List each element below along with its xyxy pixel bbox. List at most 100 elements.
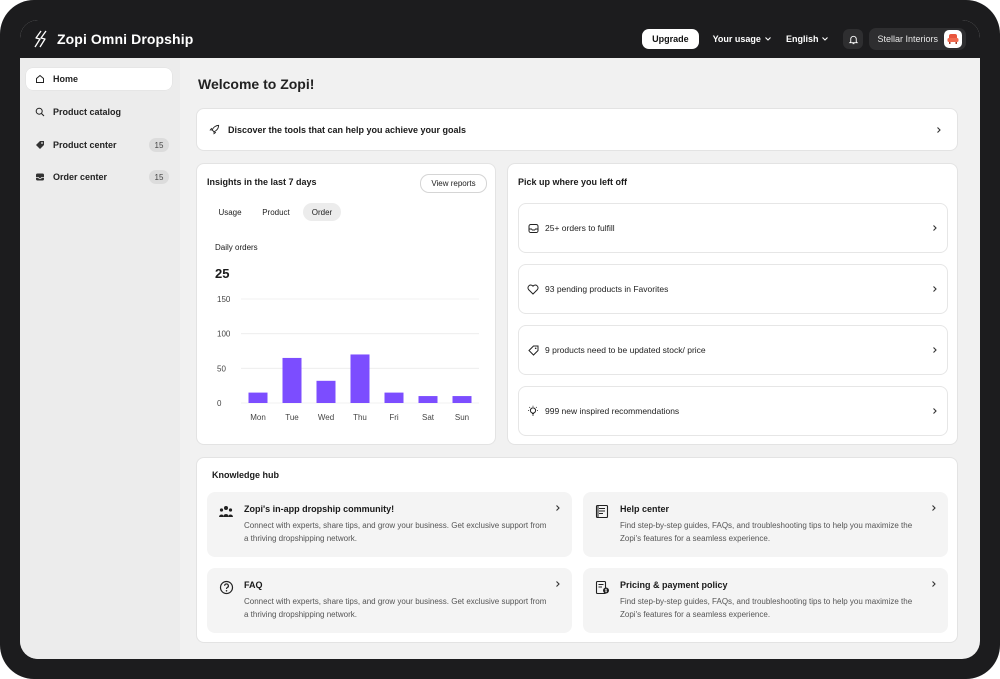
sidebar-item-home[interactable]: Home xyxy=(26,68,172,90)
pricing-icon xyxy=(594,579,610,595)
bar-sun[interactable] xyxy=(452,396,472,403)
tab-product[interactable]: Product xyxy=(255,203,297,221)
usage-label: Your usage xyxy=(712,34,761,44)
daily-orders-chart: 0 50 100 150 Mon Tue Wed Thu Fri Sat Sun xyxy=(217,295,479,422)
sidebar-item-label: Home xyxy=(53,74,79,84)
inbox-icon xyxy=(35,172,45,182)
search-icon xyxy=(35,107,45,117)
hub-item-community[interactable]: Zopi's in-app dropship community! Connec… xyxy=(207,492,572,557)
hub-item-pricing-policy[interactable]: Pricing & payment policy Find step-by-st… xyxy=(583,568,948,633)
device-frame: Zopi Omni Dropship Upgrade Your usage En… xyxy=(0,0,1000,679)
lightbulb-icon xyxy=(527,405,539,417)
tag-icon xyxy=(35,140,45,150)
task-pending-favorites[interactable]: 93 pending products in Favorites xyxy=(518,264,948,314)
sidebar-item-product-center[interactable]: Product center 15 xyxy=(26,134,172,156)
y-tick-label: 100 xyxy=(217,330,231,339)
sidebar-item-order-center[interactable]: Order center 15 xyxy=(26,166,172,188)
chevron-right-icon xyxy=(937,126,941,133)
x-tick-label: Tue xyxy=(285,413,299,422)
inbox-icon xyxy=(527,222,539,234)
brand[interactable]: Zopi Omni Dropship xyxy=(34,30,193,48)
x-tick-label: Wed xyxy=(318,413,334,422)
chevron-down-icon xyxy=(822,37,829,41)
task-label: 999 new inspired recommendations xyxy=(545,406,680,416)
insights-card: Insights in the last 7 days View reports… xyxy=(196,163,496,445)
insights-title: Insights in the last 7 days xyxy=(207,177,317,187)
metric-label: Daily orders xyxy=(215,243,258,252)
bar-thu[interactable] xyxy=(350,354,370,403)
chevron-right-icon xyxy=(556,505,560,511)
product-center-count: 15 xyxy=(149,138,169,152)
task-inspired-recommendations[interactable]: 999 new inspired recommendations xyxy=(518,386,948,436)
hub-item-description: Connect with experts, share tips, and gr… xyxy=(244,521,547,543)
main-content: Welcome to Zopi! Discover the tools that… xyxy=(180,58,980,659)
hub-item-title: Zopi's in-app dropship community! xyxy=(244,504,395,514)
order-center-count: 15 xyxy=(149,170,169,184)
x-tick-label: Thu xyxy=(353,413,367,422)
hub-item-faq[interactable]: FAQ Connect with experts, share tips, an… xyxy=(207,568,572,633)
tab-usage[interactable]: Usage xyxy=(210,203,250,221)
sidebar: Home Product catalog Product center 15 O… xyxy=(20,58,180,659)
app-screen: Zopi Omni Dropship Upgrade Your usage En… xyxy=(20,20,980,659)
hub-item-help-center[interactable]: Help center Find step-by-step guides, FA… xyxy=(583,492,948,557)
heart-icon xyxy=(527,283,539,295)
bar-mon[interactable] xyxy=(248,392,268,403)
y-tick-label: 0 xyxy=(217,399,222,408)
hub-item-title: Pricing & payment policy xyxy=(620,580,728,590)
knowledge-hub-title: Knowledge hub xyxy=(212,470,279,480)
language-menu[interactable]: English xyxy=(786,34,830,44)
tag-icon xyxy=(527,344,539,356)
task-update-stock-price[interactable]: 9 products need to be updated stock/ pri… xyxy=(518,325,948,375)
armchair-icon xyxy=(947,34,959,44)
discover-banner[interactable]: Discover the tools that can help you ach… xyxy=(196,108,958,151)
hub-item-title: FAQ xyxy=(244,580,263,590)
sidebar-item-product-catalog[interactable]: Product catalog xyxy=(26,101,172,123)
language-label: English xyxy=(785,34,819,44)
pickup-card: Pick up where you left off 25+ orders to… xyxy=(507,163,958,445)
question-icon xyxy=(218,579,234,595)
hub-item-description: Connect with experts, share tips, and gr… xyxy=(244,597,547,619)
chevron-right-icon xyxy=(933,408,937,414)
chevron-right-icon xyxy=(933,225,937,231)
chevron-right-icon xyxy=(932,581,936,587)
bell-icon xyxy=(848,35,859,44)
view-reports-button[interactable]: View reports xyxy=(420,174,487,193)
task-label: 25+ orders to fulfill xyxy=(545,223,615,233)
pickup-title: Pick up where you left off xyxy=(518,177,628,187)
bar-fri[interactable] xyxy=(384,392,404,403)
bar-wed[interactable] xyxy=(316,380,336,403)
hub-item-title: Help center xyxy=(620,504,670,514)
store-avatar xyxy=(944,30,962,48)
upgrade-button[interactable]: Upgrade xyxy=(642,29,699,49)
x-tick-label: Sat xyxy=(422,413,435,422)
tab-order[interactable]: Order xyxy=(303,203,341,221)
metric-value: 25 xyxy=(215,266,230,281)
y-tick-label: 150 xyxy=(217,295,231,304)
top-bar: Zopi Omni Dropship Upgrade Your usage En… xyxy=(20,20,980,58)
chevron-right-icon xyxy=(933,286,937,292)
sidebar-item-label: Product catalog xyxy=(53,107,122,117)
bar-tue[interactable] xyxy=(282,357,302,403)
usage-menu[interactable]: Your usage xyxy=(713,34,772,44)
task-orders-to-fulfill[interactable]: 25+ orders to fulfill xyxy=(518,203,948,253)
notifications-button[interactable] xyxy=(843,29,864,49)
discover-text: Discover the tools that can help you ach… xyxy=(228,124,467,135)
x-tick-label: Fri xyxy=(389,413,399,422)
y-tick-label: 50 xyxy=(217,364,226,373)
bar-sat[interactable] xyxy=(418,396,438,403)
chevron-right-icon xyxy=(556,581,560,587)
home-icon xyxy=(35,74,45,84)
chevron-right-icon xyxy=(932,505,936,511)
sidebar-item-label: Order center xyxy=(53,172,108,182)
sidebar-item-label: Product center xyxy=(53,140,117,150)
page-title: Welcome to Zopi! xyxy=(198,76,315,92)
community-icon xyxy=(218,503,234,519)
hub-item-description: Find step-by-step guides, FAQs, and trou… xyxy=(620,597,913,619)
zopi-logo-icon xyxy=(34,30,47,48)
rocket-icon xyxy=(209,124,220,135)
book-icon xyxy=(594,503,610,519)
hub-item-description: Find step-by-step guides, FAQs, and trou… xyxy=(620,521,913,543)
store-switcher[interactable]: Stellar Interiors xyxy=(869,28,966,50)
chevron-right-icon xyxy=(933,347,937,353)
x-tick-label: Sun xyxy=(455,413,469,422)
